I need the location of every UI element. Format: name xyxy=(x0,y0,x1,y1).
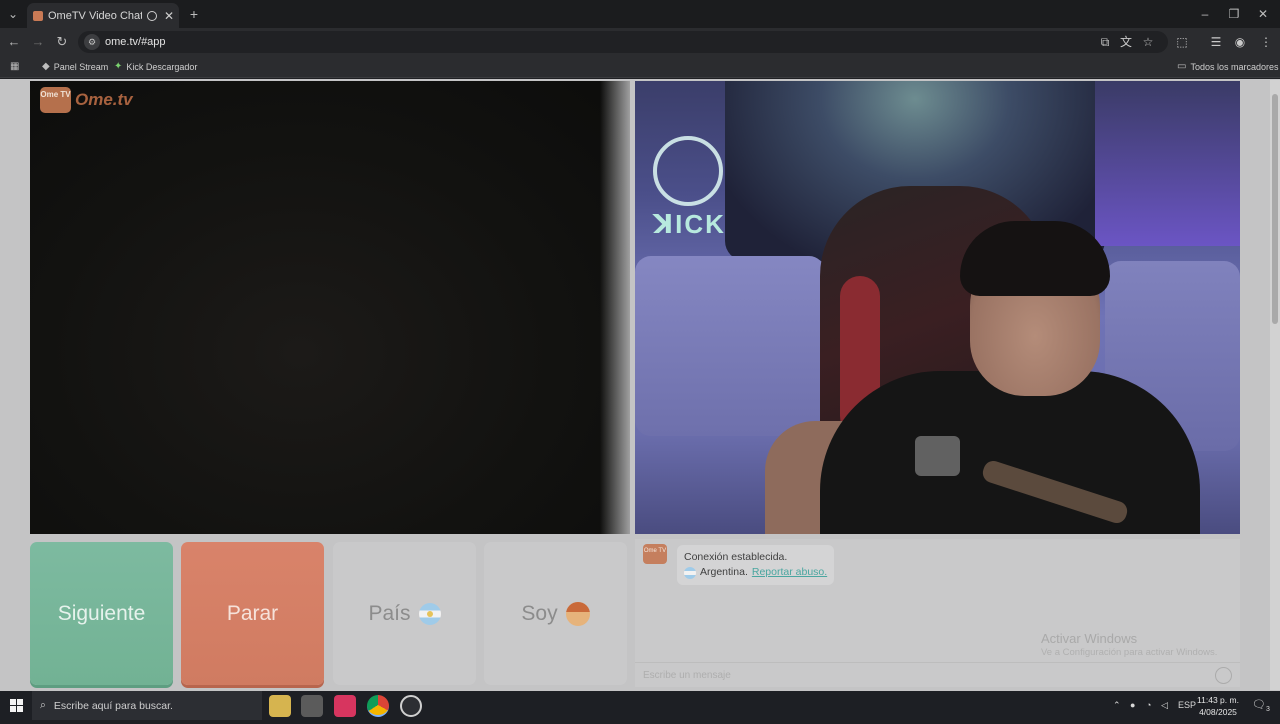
self-camera-video: ꓘICK xyxy=(635,81,1240,534)
notification-center-icon[interactable]: 🗨3 xyxy=(1252,691,1270,720)
tab-search-icon[interactable]: ⌄ xyxy=(4,0,22,28)
page-scrollbar[interactable] xyxy=(1270,80,1280,690)
ometv-page: Ome TV Ome.tv ꓘICK Siguiente Parar País … xyxy=(0,79,1280,691)
browser-tab-bar: ⌄ OmeTV Video Chat — Ome ✕ + – ❐ ✕ xyxy=(0,0,1280,28)
windows-activation-subtitle: Ve a Configuración para activar Windows. xyxy=(1041,647,1218,658)
url-text[interactable]: ome.tv/#app xyxy=(105,31,166,53)
window-minimize-icon[interactable]: – xyxy=(1196,0,1214,28)
tray-overflow-icon[interactable]: ⌃ xyxy=(1113,691,1121,720)
video-edge-fade xyxy=(600,81,630,534)
stranger-video: Ome TV Ome.tv xyxy=(30,81,630,534)
next-button-label: Siguiente xyxy=(57,601,146,625)
forward-icon[interactable]: → xyxy=(26,28,50,56)
figure-shelf xyxy=(1095,81,1240,246)
bookmarks-bar: ▦ ◆ Panel Stream ✦ Kick Descargador ▭ To… xyxy=(0,56,1280,78)
country-button[interactable]: País xyxy=(333,542,476,685)
ometv-logo-text: Ome.tv xyxy=(75,90,133,109)
bookmark-label: Panel Stream xyxy=(53,62,109,72)
stop-button-label: Parar xyxy=(226,601,279,625)
argentina-flag-icon xyxy=(418,602,441,625)
chat-message-input[interactable] xyxy=(643,667,1203,684)
volume-icon[interactable]: ◁ xyxy=(1161,691,1168,720)
bookmark-kick-descargador[interactable]: ✦ Kick Descargador xyxy=(114,56,197,78)
country-button-label: País xyxy=(368,601,411,625)
person-hair xyxy=(960,221,1110,296)
all-bookmarks-label: Todos los marcadores xyxy=(1190,62,1279,72)
install-app-icon[interactable]: ⧉ xyxy=(1095,28,1115,56)
obs-icon[interactable] xyxy=(400,695,422,717)
windows-taskbar: ⌕ Escribe aquí para buscar. ⌃ ● ◔ ◁ ESP … xyxy=(0,691,1280,720)
scrollbar-thumb[interactable] xyxy=(1272,94,1278,324)
neon-kick-sign: ꓘICK xyxy=(653,209,726,239)
neon-logo-ring xyxy=(653,136,723,206)
chrome-icon[interactable] xyxy=(367,695,389,717)
report-abuse-link[interactable]: Reportar abuso. xyxy=(752,565,827,580)
bookmark-panel-stream[interactable]: ◆ Panel Stream xyxy=(42,56,108,78)
taskbar-clock[interactable]: 11:43 p. m. 4/08/2025 xyxy=(1194,694,1242,718)
stop-button[interactable]: Parar xyxy=(181,542,324,685)
gender-button-label: Soy xyxy=(521,601,558,625)
person-body xyxy=(820,371,1200,534)
recording-indicator-icon xyxy=(147,10,157,21)
notification-count: 3 xyxy=(1265,706,1270,714)
browser-toolbar: ← → ↻ ⚙ ome.tv/#app ⧉ 文 ☆ ⬚ ☰ ◉ ⋮ xyxy=(0,28,1280,56)
browser-menu-icon[interactable]: ⋮ xyxy=(1256,28,1276,56)
ometv-logo-icon: Ome TV xyxy=(40,87,71,113)
back-icon[interactable]: ← xyxy=(2,28,26,56)
apps-grid-icon[interactable]: ▦ xyxy=(10,56,19,78)
browser-tab[interactable]: OmeTV Video Chat — Ome ✕ xyxy=(27,3,179,28)
clock-date: 4/08/2025 xyxy=(1199,707,1237,717)
profile-avatar-icon[interactable]: ◉ xyxy=(1230,28,1250,56)
taskbar-search[interactable]: ⌕ Escribe aquí para buscar. xyxy=(32,691,262,720)
tiktok-studio-icon[interactable] xyxy=(334,695,356,717)
bookmark-label: Kick Descargador xyxy=(126,62,198,72)
media-player-icon[interactable] xyxy=(301,695,323,717)
ometv-chat-logo-icon: Ome TV xyxy=(643,544,667,564)
stranger-country-text: Argentina. xyxy=(700,566,748,578)
gender-button[interactable]: Soy xyxy=(484,542,627,685)
bookmark-kick-icon: ✦ xyxy=(114,61,123,72)
folder-icon: ▭ xyxy=(1177,61,1187,72)
all-bookmarks-button[interactable]: ▭ Todos los marcadores xyxy=(1177,56,1279,78)
shirt-print xyxy=(915,436,960,476)
sofa-left xyxy=(635,256,825,436)
extensions-icon[interactable]: ⬚ xyxy=(1172,28,1192,56)
address-bar[interactable]: ⚙ ome.tv/#app ⧉ 文 ☆ xyxy=(78,31,1168,53)
microphone-icon[interactable]: ● xyxy=(1130,691,1135,720)
new-tab-button[interactable]: + xyxy=(186,0,202,28)
tab-title: OmeTV Video Chat — Ome xyxy=(48,9,142,22)
file-explorer-icon[interactable] xyxy=(269,695,291,717)
bookmark-star-icon[interactable]: ☆ xyxy=(1138,28,1158,56)
system-message: Conexión establecida. Argentina. Reporta… xyxy=(677,545,835,585)
search-icon: ⌕ xyxy=(40,699,46,711)
bookmark-panel-stream-icon: ◆ xyxy=(42,61,50,72)
tab-close-icon[interactable]: ✕ xyxy=(162,9,176,23)
argentina-flag-small-icon xyxy=(684,566,696,579)
chat-panel: Ome TV Conexión establecida. Argentina. … xyxy=(635,539,1240,687)
connection-status-text: Conexión establecida. xyxy=(684,551,788,563)
taskbar-search-placeholder: Escribe aquí para buscar. xyxy=(53,699,173,712)
windows-activation-title: Activar Windows xyxy=(1041,631,1138,646)
chat-input-bar xyxy=(635,662,1240,687)
window-close-icon[interactable]: ✕ xyxy=(1254,0,1272,28)
ometv-logo[interactable]: Ome TV Ome.tv xyxy=(40,87,133,113)
next-button[interactable]: Siguiente xyxy=(30,542,173,685)
site-info-icon[interactable]: ⚙ xyxy=(84,34,100,50)
emoji-icon[interactable] xyxy=(1215,667,1232,684)
clock-time: 11:43 p. m. xyxy=(1197,695,1239,705)
boy-face-icon xyxy=(565,601,590,626)
ometv-favicon-icon xyxy=(33,10,43,21)
window-restore-icon[interactable]: ❐ xyxy=(1225,0,1243,28)
network-icon[interactable]: ◔ xyxy=(1146,691,1151,720)
windows-start-icon[interactable] xyxy=(0,691,32,720)
translate-icon[interactable]: 文 xyxy=(1116,28,1136,56)
reading-list-icon[interactable]: ☰ xyxy=(1206,28,1226,56)
reload-icon[interactable]: ↻ xyxy=(50,28,74,56)
